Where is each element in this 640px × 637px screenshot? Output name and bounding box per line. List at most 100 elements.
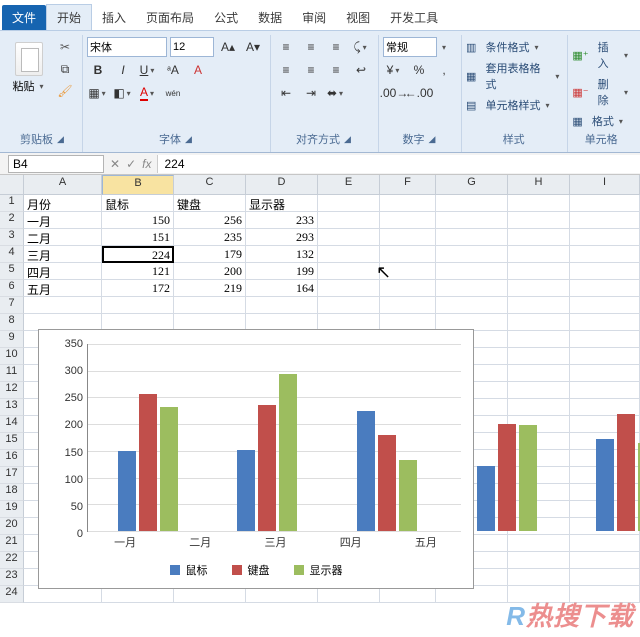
table-format-button[interactable]: ▦ 套用表格格式 ▾ (466, 60, 561, 92)
delete-cells-button[interactable]: ▦⁻ 删除 ▾ (572, 76, 630, 108)
tab-4[interactable]: 数据 (248, 5, 292, 30)
cell[interactable] (436, 246, 508, 263)
chart-bar[interactable] (258, 405, 276, 531)
tab-5[interactable]: 审阅 (292, 5, 336, 30)
decrease-decimal-button[interactable]: ←.00 (408, 83, 430, 103)
row-header[interactable]: 5 (0, 263, 24, 280)
name-box[interactable] (8, 155, 104, 173)
cell[interactable] (318, 195, 380, 212)
cell[interactable] (508, 314, 570, 331)
formula-input[interactable] (157, 155, 640, 173)
cell[interactable]: 256 (174, 212, 246, 229)
cell[interactable] (318, 212, 380, 229)
col-header[interactable]: B (102, 175, 174, 195)
cell[interactable] (102, 297, 174, 314)
embedded-chart[interactable]: 鼠标键盘显示器 050100150200250300350一月二月三月四月五月 (38, 329, 474, 589)
cell[interactable] (436, 280, 508, 297)
cell[interactable]: 键盘 (174, 195, 246, 212)
cell[interactable]: 224 (102, 246, 174, 263)
cell[interactable]: 鼠标 (102, 195, 174, 212)
dialog-launcher-icon[interactable]: ◢ (429, 134, 436, 145)
row-header[interactable]: 9 (0, 331, 24, 348)
col-header[interactable]: F (380, 175, 436, 195)
cell[interactable] (570, 246, 640, 263)
tab-file[interactable]: 文件 (2, 5, 46, 30)
cell[interactable]: 235 (174, 229, 246, 246)
cell[interactable]: 五月 (24, 280, 102, 297)
cell[interactable] (508, 229, 570, 246)
chart-bar[interactable] (160, 407, 178, 531)
row-header[interactable]: 1 (0, 195, 24, 212)
col-header[interactable]: G (436, 175, 508, 195)
cell[interactable]: 四月 (24, 263, 102, 280)
cell[interactable]: 199 (246, 263, 318, 280)
row-header[interactable]: 11 (0, 365, 24, 382)
format-painter-button[interactable]: 🖌 (54, 81, 76, 101)
cell[interactable] (508, 263, 570, 280)
cell[interactable] (508, 535, 570, 552)
cancel-icon[interactable]: ✕ (110, 157, 120, 171)
cell[interactable]: 151 (102, 229, 174, 246)
clear-format-button[interactable]: A (187, 60, 209, 80)
currency-button[interactable]: ¥▾ (383, 60, 405, 80)
tab-7[interactable]: 开发工具 (380, 5, 448, 30)
col-header[interactable]: I (570, 175, 640, 195)
increase-font-button[interactable]: A▴ (217, 37, 239, 57)
decrease-indent-button[interactable]: ⇤ (275, 83, 297, 103)
cell[interactable]: 121 (102, 263, 174, 280)
cell[interactable] (570, 552, 640, 569)
confirm-icon[interactable]: ✓ (126, 157, 136, 171)
paste-button[interactable]: 粘贴▾ (8, 37, 50, 99)
chart-bar[interactable] (617, 414, 635, 531)
cell[interactable] (246, 297, 318, 314)
decrease-font-button[interactable]: A▾ (242, 37, 264, 57)
merge-button[interactable]: ⬌▾ (325, 83, 347, 103)
tab-2[interactable]: 页面布局 (136, 5, 204, 30)
row-header[interactable]: 17 (0, 467, 24, 484)
cell[interactable]: 三月 (24, 246, 102, 263)
cell[interactable] (570, 263, 640, 280)
cell[interactable]: 233 (246, 212, 318, 229)
cell[interactable] (380, 229, 436, 246)
cell[interactable] (570, 280, 640, 297)
cell[interactable] (570, 586, 640, 603)
chart-bar[interactable] (378, 435, 396, 531)
row-header[interactable]: 14 (0, 416, 24, 433)
row-header[interactable]: 7 (0, 297, 24, 314)
row-header[interactable]: 24 (0, 586, 24, 603)
ruby-button[interactable]: wén (162, 83, 184, 103)
row-header[interactable]: 8 (0, 314, 24, 331)
cell[interactable]: 164 (246, 280, 318, 297)
cell[interactable] (380, 212, 436, 229)
col-header[interactable]: C (174, 175, 246, 195)
row-header[interactable]: 4 (0, 246, 24, 263)
col-header[interactable]: E (318, 175, 380, 195)
insert-cells-button[interactable]: ▦⁺ 插入 ▾ (572, 39, 630, 71)
cell[interactable] (380, 280, 436, 297)
align-top-button[interactable]: ≡ (275, 37, 297, 57)
chart-bar[interactable] (498, 424, 516, 531)
cell[interactable] (24, 297, 102, 314)
select-all-corner[interactable] (0, 175, 24, 195)
cell[interactable] (570, 229, 640, 246)
chart-bar[interactable] (399, 460, 417, 531)
cell[interactable] (570, 297, 640, 314)
tab-6[interactable]: 视图 (336, 5, 380, 30)
cell[interactable] (508, 246, 570, 263)
cell[interactable] (508, 280, 570, 297)
phonetic-button[interactable]: ᵃA (162, 60, 184, 80)
cell[interactable] (436, 263, 508, 280)
row-header[interactable]: 19 (0, 501, 24, 518)
cell[interactable] (318, 246, 380, 263)
cell[interactable] (570, 535, 640, 552)
row-header[interactable]: 20 (0, 518, 24, 535)
cell[interactable] (318, 280, 380, 297)
chart-bar[interactable] (519, 425, 537, 531)
col-header[interactable]: A (24, 175, 102, 195)
bold-button[interactable]: B (87, 60, 109, 80)
cell[interactable] (508, 297, 570, 314)
cell[interactable] (318, 297, 380, 314)
row-header[interactable]: 13 (0, 399, 24, 416)
row-header[interactable]: 3 (0, 229, 24, 246)
increase-indent-button[interactable]: ⇥ (300, 83, 322, 103)
